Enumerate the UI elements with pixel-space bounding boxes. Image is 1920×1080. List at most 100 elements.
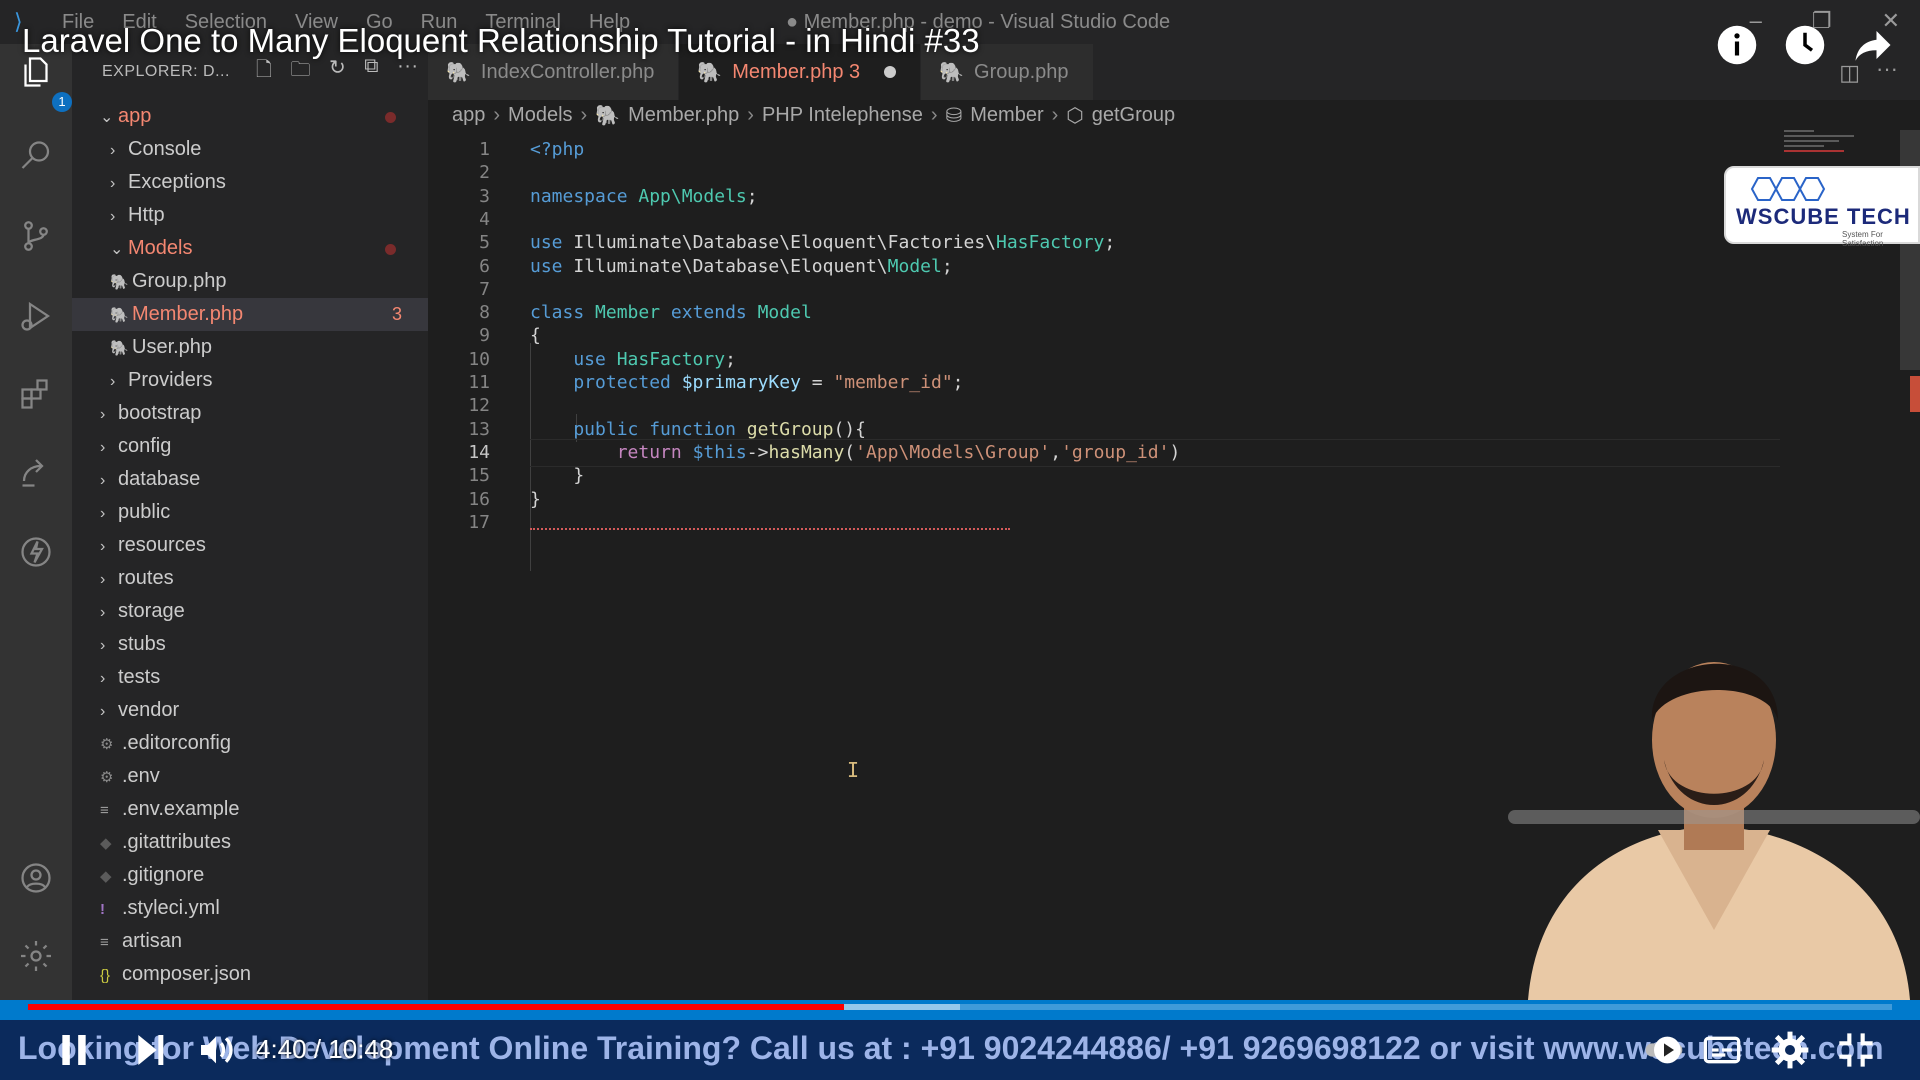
tree-item[interactable]: 🐘 User.php	[72, 331, 428, 364]
logo-name: WSCUBE TECH	[1736, 204, 1911, 229]
watch-later-icon[interactable]	[1784, 24, 1826, 66]
tree-item[interactable]: › database	[72, 463, 428, 496]
breadcrumb-item[interactable]: Member	[970, 104, 1043, 127]
tree-item[interactable]: › resources	[72, 529, 428, 562]
chevron-right-icon: ›	[580, 103, 588, 126]
video-progress-bar[interactable]	[28, 1004, 1892, 1010]
tree-item[interactable]: {} composer.json	[72, 958, 428, 991]
tree-item[interactable]: › Exceptions	[72, 166, 428, 199]
search-icon[interactable]	[18, 138, 54, 174]
git-file-icon: ◆	[100, 868, 112, 885]
new-file-icon[interactable]: 🗋	[256, 55, 273, 89]
php-file-icon: 🐘	[697, 61, 723, 84]
tree-item[interactable]: ⌄ Models	[72, 232, 428, 265]
php-file-icon: 🐘	[110, 274, 129, 291]
pause-button[interactable]	[54, 1030, 94, 1070]
line-number: 17	[468, 511, 490, 533]
yaml-file-icon: !	[100, 901, 105, 918]
tree-item-label: User.php	[132, 336, 213, 358]
tree-item[interactable]: ◆ .gitattributes	[72, 826, 428, 859]
remote-explorer-icon[interactable]	[18, 454, 54, 490]
autoplay-toggle-icon[interactable]	[1644, 1030, 1684, 1070]
tree-item[interactable]: › tests	[72, 661, 428, 694]
chevron-right-icon: ›	[100, 637, 106, 654]
chevron-down-icon: ⌄	[110, 241, 124, 258]
presenter-video	[1508, 662, 1920, 1000]
tree-item[interactable]: 🐘 Member.php 3	[72, 298, 428, 331]
extensions-icon[interactable]	[18, 376, 54, 412]
code-text: }	[530, 488, 541, 510]
tree-item-label: .gitignore	[122, 864, 205, 886]
breadcrumb-item[interactable]: Models	[508, 104, 572, 127]
code-text: protected $primaryKey = "member_id";	[530, 372, 964, 393]
tree-item[interactable]: › storage	[72, 595, 428, 628]
mouse-cursor-icon: I	[847, 758, 860, 782]
error-squiggle	[530, 526, 1010, 530]
tree-item[interactable]: › Console	[72, 133, 428, 166]
unsaved-dot-icon[interactable]	[884, 66, 897, 78]
tree-item-label: vendor	[118, 699, 180, 721]
tree-item[interactable]: › bootstrap	[72, 397, 428, 430]
run-debug-icon[interactable]	[18, 298, 54, 334]
next-button[interactable]	[130, 1030, 170, 1070]
tree-item[interactable]: › stubs	[72, 628, 428, 661]
subtitles-icon[interactable]	[1702, 1030, 1742, 1070]
new-folder-icon[interactable]: 🗀	[291, 55, 312, 89]
code-text: use Illuminate\Database\Eloquent\Model;	[530, 255, 953, 277]
tree-item[interactable]: › config	[72, 430, 428, 463]
refresh-icon[interactable]: ↻	[329, 55, 346, 89]
tree-item[interactable]: › routes	[72, 562, 428, 595]
chevron-down-icon: ⌄	[100, 109, 114, 126]
tree-item[interactable]: ≡ .env.example	[72, 793, 428, 826]
tree-item[interactable]: › public	[72, 496, 428, 529]
tree-item[interactable]: ≡ artisan	[72, 925, 428, 958]
tree-item[interactable]: ⌄ app	[72, 100, 428, 133]
text-file-icon: ≡	[100, 934, 109, 951]
chevron-right-icon: ›	[100, 670, 106, 687]
chevron-right-icon: ›	[747, 103, 754, 126]
volume-button[interactable]	[196, 1030, 236, 1070]
tree-item-label: tests	[118, 666, 161, 688]
tree-item-label: composer.json	[122, 963, 251, 985]
collapse-all-icon[interactable]: ⧉	[364, 55, 379, 89]
info-icon[interactable]	[1716, 24, 1758, 66]
lightning-icon[interactable]	[18, 534, 54, 570]
chevron-right-icon: ›	[110, 373, 116, 390]
code-text: <?php	[530, 139, 585, 160]
minimap[interactable]	[1784, 130, 1868, 170]
tree-item[interactable]: ⚙ .env	[72, 760, 428, 793]
chevron-right-icon: ›	[110, 208, 116, 225]
tree-item-label: database	[118, 468, 201, 490]
video-title: Laravel One to Many Eloquent Relationshi…	[22, 22, 980, 59]
tree-item[interactable]: ◆ .gitignore	[72, 859, 428, 892]
chevron-right-icon: ›	[100, 571, 106, 588]
explorer-title: EXPLORER: D...	[102, 63, 230, 80]
tree-item[interactable]: ! .styleci.yml	[72, 892, 428, 925]
breadcrumb-item[interactable]: PHP Intelephense	[762, 104, 923, 127]
breadcrumb-item[interactable]: app	[452, 104, 485, 127]
tree-item-label: .env.example	[122, 798, 240, 820]
breadcrumb-item[interactable]: getGroup	[1092, 104, 1175, 127]
explorer-actions: 🗋 🗀 ↻ ⧉ ···	[256, 55, 419, 89]
share-icon[interactable]	[1852, 24, 1894, 66]
account-icon[interactable]	[18, 860, 54, 896]
tree-item[interactable]: › Http	[72, 199, 428, 232]
tab-label: Member.php 3	[732, 60, 861, 83]
settings-icon[interactable]	[1770, 1030, 1810, 1070]
git-file-icon: ◆	[100, 835, 112, 852]
settings-gear-icon[interactable]	[18, 938, 54, 974]
tree-item-label: .env	[122, 765, 160, 787]
tree-item-label: Models	[128, 237, 193, 259]
tree-item[interactable]: › Providers	[72, 364, 428, 397]
source-control-icon[interactable]	[18, 218, 54, 254]
tree-item[interactable]: 🐘 Group.php	[72, 265, 428, 298]
breadcrumb-item[interactable]: Member.php	[628, 104, 739, 127]
exit-fullscreen-icon[interactable]	[1836, 1030, 1876, 1070]
php-file-icon: 🐘	[939, 61, 965, 84]
tab-label: IndexController.php	[480, 60, 655, 83]
tree-item[interactable]: ⚙ .editorconfig	[72, 727, 428, 760]
more-actions-icon[interactable]: ···	[397, 55, 418, 89]
tree-item-label: bootstrap	[118, 402, 202, 424]
tree-item[interactable]: › vendor	[72, 694, 428, 727]
problem-count: 3	[391, 304, 402, 324]
